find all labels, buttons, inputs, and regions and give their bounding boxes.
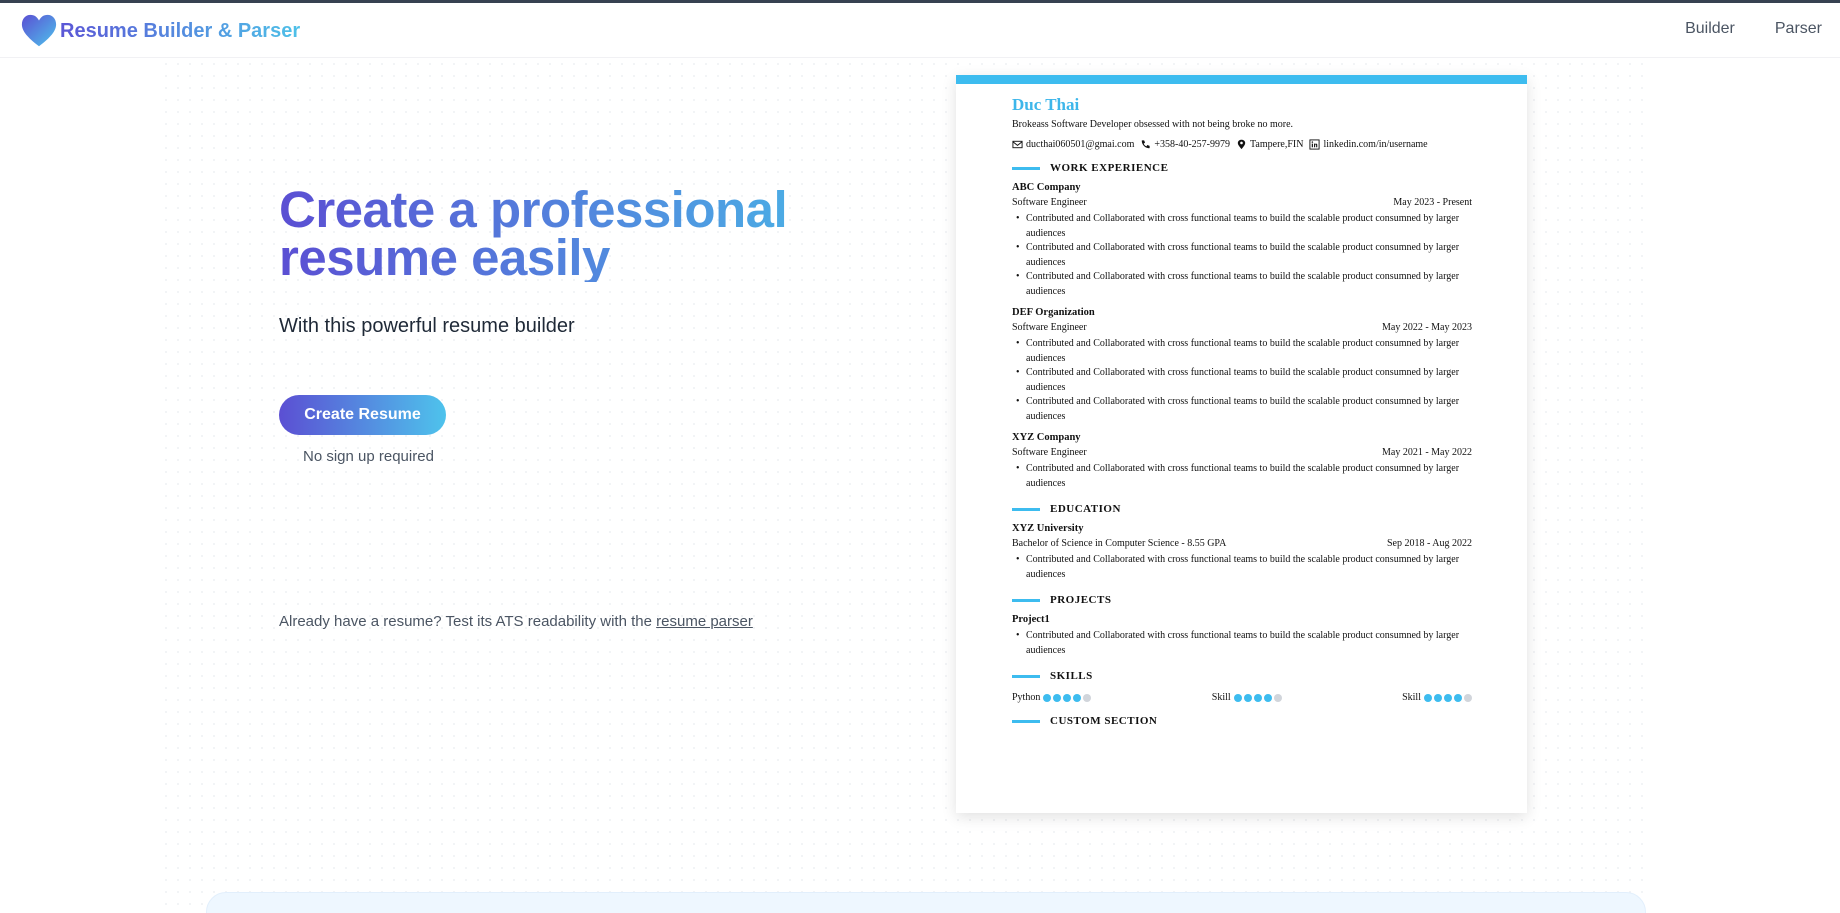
parser-promo-label: Already have a resume? Test its ATS read… [279, 613, 652, 630]
skill-rating [1424, 693, 1472, 702]
projects-section-title: PROJECTS [1012, 594, 1472, 606]
skill-item: Python [1012, 692, 1092, 703]
work-role: Software Engineer [1012, 322, 1087, 333]
education-school: XYZ University [1012, 523, 1084, 534]
education-entry: XYZ University Bachelor of Science in Co… [1012, 523, 1472, 582]
skill-name: Skill [1211, 692, 1231, 703]
skill-item: Skill [1212, 692, 1282, 703]
contact-phone-text: +358-40-257-9979 [1154, 139, 1230, 150]
linkedin-icon [1309, 139, 1320, 150]
main-nav: Builder Parser [1685, 20, 1822, 38]
contact-email-text: ducthai060501@gmai.com [1026, 139, 1135, 150]
work-bullet: Contributed and Collaborated with cross … [1012, 212, 1472, 241]
project-entry: Project1 Contributed and Collaborated wi… [1012, 614, 1472, 658]
contact-email: ducthai060501@gmai.com [1012, 139, 1134, 150]
contact-location: Tampere,FIN [1236, 139, 1303, 150]
work-bullet: Contributed and Collaborated with cross … [1012, 241, 1472, 270]
work-bullet: Contributed and Collaborated with cross … [1012, 395, 1472, 424]
project-name: Project1 [1012, 614, 1050, 625]
contact-location-text: Tampere,FIN [1250, 139, 1304, 150]
custom-section-title: CUSTOM SECTION [1012, 715, 1472, 727]
contact-linkedin-text: linkedin.com/in/username [1323, 139, 1428, 150]
heart-logo-icon [21, 14, 57, 47]
work-company: XYZ Company [1012, 432, 1081, 443]
hero-title: Create a professional resume easily [279, 184, 839, 283]
resume-name: Duc Thai [1012, 95, 1080, 114]
skill-dot [1263, 693, 1272, 702]
skill-dot [1464, 693, 1472, 702]
work-bullet: Contributed and Collaborated with cross … [1012, 270, 1472, 299]
nav-parser-link[interactable]: Parser [1775, 20, 1822, 38]
skill-name: Python [1012, 692, 1041, 703]
features-panel [206, 892, 1646, 913]
skill-dot [1243, 693, 1252, 702]
map-pin-icon [1237, 139, 1246, 150]
resume-preview: Duc Thai Brokeass Software Developer obs… [956, 75, 1527, 813]
work-bullet: Contributed and Collaborated with cross … [1012, 366, 1472, 395]
skills-section-title: SKILLS [1012, 670, 1472, 682]
skill-name: Skill [1402, 692, 1421, 703]
resume-parser-link[interactable]: resume parser [656, 613, 753, 630]
work-role: Software Engineer [1012, 447, 1087, 458]
parser-promo-text: Already have a resume? Test its ATS read… [279, 613, 753, 630]
resume-contact: ducthai060501@gmai.com +358-40-257-9979 … [1012, 139, 1472, 150]
navbar: Resume Builder & Parser Builder Parser [0, 3, 1840, 58]
work-role: Software Engineer [1012, 197, 1087, 208]
work-company: ABC Company [1012, 182, 1081, 193]
nav-builder-link[interactable]: Builder [1685, 20, 1735, 38]
skill-dot [1083, 693, 1092, 702]
work-section-title: WORK EXPERIENCE [1012, 162, 1472, 174]
phone-icon [1142, 140, 1150, 149]
education-degree: Bachelor of Science in Computer Science … [1012, 538, 1227, 549]
work-entry: ABC Company Software Engineer May 2023 - … [1012, 182, 1472, 299]
no-signup-note: No sign up required [303, 448, 434, 465]
skill-dot [1424, 693, 1432, 702]
education-section-title: EDUCATION [1012, 503, 1472, 515]
hero-section: Create a professional resume easily With… [279, 184, 839, 338]
skill-dot [1073, 693, 1082, 702]
education-date: Sep 2018 - Aug 2022 [1387, 538, 1472, 549]
logo-text: Resume Builder & Parser [60, 19, 301, 42]
skill-dot [1253, 693, 1262, 702]
work-entry: DEF Organization Software Engineer May 20… [1012, 307, 1472, 424]
skill-dot [1233, 693, 1242, 702]
skill-rating [1233, 693, 1282, 702]
skill-item: Skill [1402, 692, 1472, 703]
resume-accent-bar [956, 75, 1527, 84]
envelope-icon [1012, 140, 1023, 149]
hero-subtitle: With this powerful resume builder [279, 315, 575, 337]
work-bullet: Contributed and Collaborated with cross … [1012, 462, 1472, 491]
skill-dot [1444, 693, 1452, 702]
education-bullet: Contributed and Collaborated with cross … [1012, 553, 1472, 582]
resume-summary: Brokeass Software Developer obsessed wit… [1012, 119, 1294, 130]
contact-linkedin: linkedin.com/in/username [1309, 139, 1428, 150]
work-date: May 2022 - May 2023 [1382, 322, 1472, 333]
skill-dot [1043, 693, 1052, 702]
skill-dot [1063, 693, 1072, 702]
skill-dot [1053, 693, 1062, 702]
work-entry: XYZ Company Software Engineer May 2021 - … [1012, 432, 1472, 491]
work-company: DEF Organization [1012, 307, 1095, 318]
skills-row: Python Skill Skill [1012, 692, 1472, 703]
work-date: May 2023 - Present [1393, 197, 1472, 208]
work-date: May 2021 - May 2022 [1382, 447, 1472, 458]
skill-dot [1434, 693, 1442, 702]
project-bullet: Contributed and Collaborated with cross … [1012, 629, 1472, 658]
create-resume-button[interactable]: Create Resume [279, 395, 446, 435]
skill-dot [1273, 693, 1282, 702]
contact-phone: +358-40-257-9979 [1140, 139, 1230, 150]
work-bullet: Contributed and Collaborated with cross … [1012, 337, 1472, 366]
skill-rating [1043, 693, 1092, 702]
skill-dot [1454, 693, 1462, 702]
logo-link[interactable]: Resume Builder & Parser [20, 13, 300, 49]
